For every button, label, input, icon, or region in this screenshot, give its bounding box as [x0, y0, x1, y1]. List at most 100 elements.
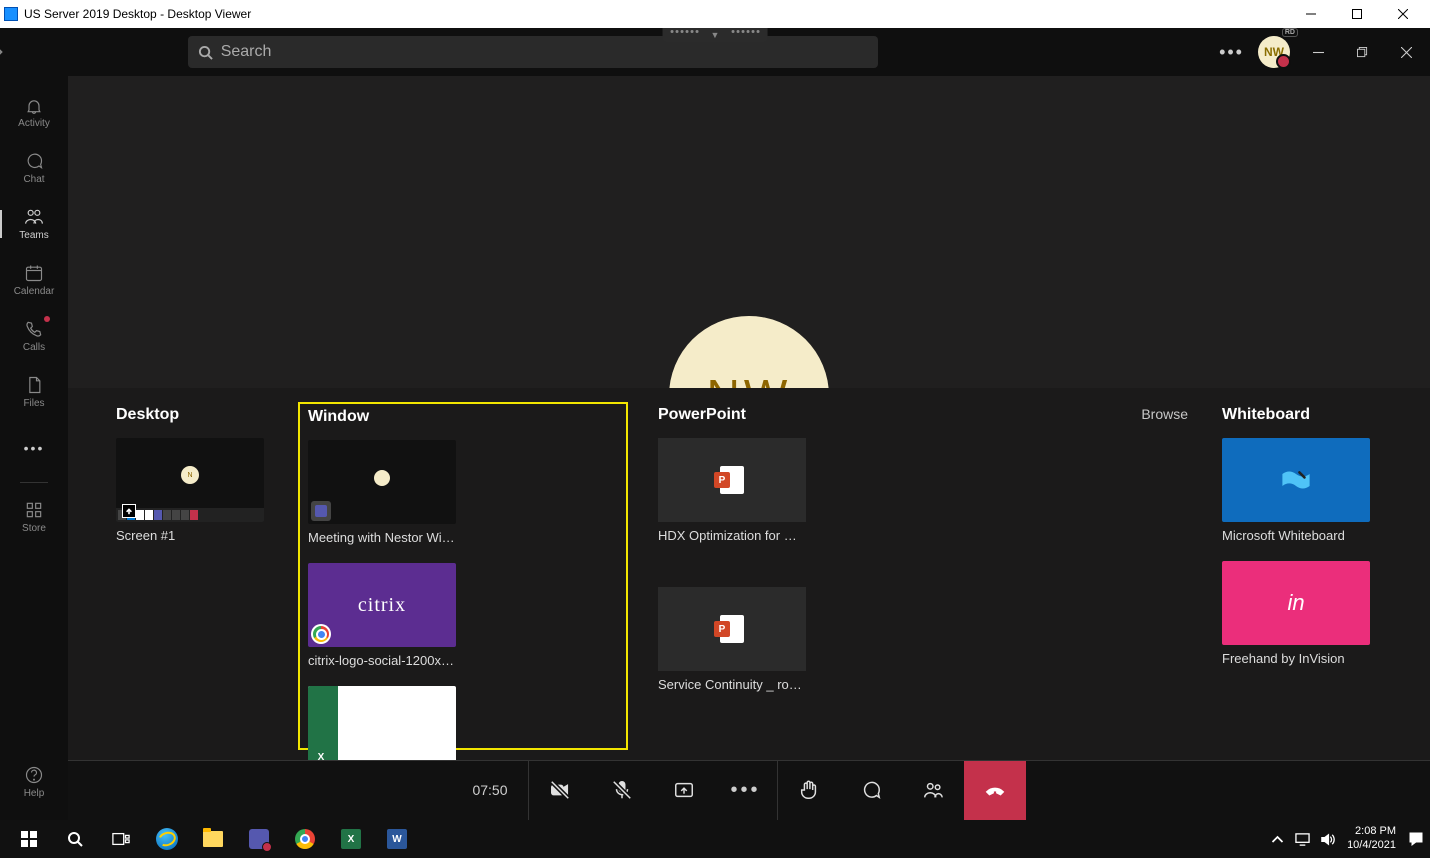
share-section-window: Window Meeting with Nestor Wilk... citri…: [298, 402, 628, 750]
teams-minimize-button[interactable]: [1304, 47, 1334, 58]
tray-display-icon[interactable]: [1295, 832, 1310, 847]
word-icon: W: [387, 829, 407, 849]
share-pp-service-continuity[interactable]: Service Continuity _ road...: [658, 587, 806, 692]
ie-icon: [156, 828, 178, 850]
search-placeholder: Search: [221, 43, 272, 61]
avatar-initials: NW: [1264, 45, 1284, 59]
help-icon: [24, 765, 44, 785]
share-whiteboard-invision[interactable]: in Freehand by InVision: [1222, 561, 1370, 666]
windows-logo-icon: [21, 831, 37, 847]
task-view-icon: [112, 832, 130, 846]
folder-icon: [203, 831, 223, 847]
ellipsis-icon: •••: [24, 440, 45, 456]
apps-icon: [24, 500, 44, 520]
share-whiteboard-title: Whiteboard: [1222, 406, 1310, 424]
profile-avatar[interactable]: RD NW: [1258, 36, 1290, 68]
powerpoint-file-icon: [720, 466, 744, 494]
teams-icon: [249, 829, 269, 849]
hand-icon: [798, 779, 820, 801]
file-icon: [24, 375, 44, 395]
taskbar-ie[interactable]: [144, 820, 190, 858]
rail-calls[interactable]: Calls: [0, 308, 68, 364]
share-screen-button[interactable]: [653, 760, 715, 820]
search-icon: [198, 45, 213, 60]
hangup-icon: [984, 779, 1006, 801]
powerpoint-file-icon: [720, 615, 744, 643]
taskbar-word[interactable]: W: [374, 820, 420, 858]
share-window-citrix-logo[interactable]: citrix citrix-logo-social-1200x6...: [308, 563, 456, 668]
action-center-icon[interactable]: [1408, 831, 1424, 847]
share-desktop-screen1-label: Screen #1: [116, 528, 264, 543]
rail-calendar-label: Calendar: [14, 286, 55, 297]
taskbar-chrome[interactable]: [282, 820, 328, 858]
share-section-powerpoint: PowerPoint Browse HDX Optimization for M…: [658, 406, 1188, 750]
chat-icon: [24, 151, 44, 171]
excel-app-icon: X: [311, 747, 331, 760]
rail-files[interactable]: Files: [0, 364, 68, 420]
share-window-title: Window: [308, 408, 369, 426]
citrix-minimize-button[interactable]: [1288, 0, 1334, 28]
mic-off-icon: [611, 779, 633, 801]
search-input[interactable]: Search: [188, 36, 878, 68]
rail-help-label: Help: [24, 788, 45, 799]
clock-time: 2:08 PM: [1347, 825, 1396, 839]
avatar-badge: RD: [1282, 28, 1298, 37]
rail-calendar[interactable]: Calendar: [0, 252, 68, 308]
rail-chat[interactable]: Chat: [0, 140, 68, 196]
rail-teams[interactable]: Teams: [0, 196, 68, 252]
share-section-whiteboard: Whiteboard Microsoft Whiteboard: [1222, 406, 1382, 750]
camera-off-icon: [549, 779, 571, 801]
system-clock[interactable]: 2:08 PM 10/4/2021: [1347, 825, 1396, 853]
share-section-desktop: Desktop N Screen #1: [116, 406, 276, 750]
whiteboard-icon: [1279, 467, 1313, 493]
rail-calls-label: Calls: [23, 342, 45, 353]
phone-icon: [24, 319, 44, 339]
more-actions-button[interactable]: •••: [715, 760, 777, 820]
teams-maximize-button[interactable]: [1348, 47, 1378, 58]
hang-up-button[interactable]: [964, 760, 1026, 820]
teams-close-button[interactable]: [1392, 47, 1422, 58]
start-button[interactable]: [6, 820, 52, 858]
share-tray: Desktop N Screen #1 Window: [68, 388, 1430, 760]
share-wb-1-label: Freehand by InVision: [1222, 651, 1370, 666]
participants-button[interactable]: [902, 760, 964, 820]
meeting-stage: NW Desktop N Screen #1: [68, 76, 1430, 760]
rail-more[interactable]: •••: [0, 420, 68, 476]
taskbar-excel[interactable]: X: [328, 820, 374, 858]
windows-taskbar: X W 2:08 PM 10/4/2021: [0, 820, 1430, 858]
raise-hand-button[interactable]: [778, 760, 840, 820]
share-powerpoint-title: PowerPoint: [658, 406, 746, 424]
taskbar-search-button[interactable]: [52, 820, 98, 858]
more-options-button[interactable]: •••: [1219, 42, 1244, 63]
citrix-maximize-button[interactable]: [1334, 0, 1380, 28]
rail-activity[interactable]: Activity: [0, 84, 68, 140]
bell-icon: [24, 95, 44, 115]
forward-button[interactable]: [0, 38, 12, 66]
browse-link[interactable]: Browse: [1141, 406, 1188, 422]
tray-chevron-up-icon[interactable]: [1270, 832, 1285, 847]
share-whiteboard-microsoft[interactable]: Microsoft Whiteboard: [1222, 438, 1370, 543]
citrix-app-icon: [4, 7, 18, 21]
taskbar-explorer[interactable]: [190, 820, 236, 858]
share-desktop-screen1[interactable]: N Screen #1: [116, 438, 264, 543]
clock-date: 10/4/2021: [1347, 839, 1396, 853]
chat-panel-button[interactable]: [840, 760, 902, 820]
citrix-toolbar-handle[interactable]: ▼: [663, 28, 768, 42]
tray-volume-icon[interactable]: [1320, 832, 1335, 847]
citrix-close-button[interactable]: [1380, 0, 1426, 28]
share-window-teams-meeting[interactable]: Meeting with Nestor Wilk...: [308, 440, 456, 545]
camera-toggle-button[interactable]: [529, 760, 591, 820]
teams-app-icon: [311, 501, 331, 521]
share-window-1-label: citrix-logo-social-1200x6...: [308, 653, 456, 668]
citrix-logo-text: citrix: [358, 594, 406, 617]
mic-toggle-button[interactable]: [591, 760, 653, 820]
rail-store[interactable]: Store: [0, 489, 68, 545]
share-window-excel[interactable]: X Book1 - Excel: [308, 686, 456, 760]
chrome-icon: [295, 829, 315, 849]
rail-help[interactable]: Help: [0, 754, 68, 810]
task-view-button[interactable]: [98, 820, 144, 858]
taskbar-teams[interactable]: [236, 820, 282, 858]
share-pp-hdx[interactable]: HDX Optimization for Mi...: [658, 438, 806, 543]
chat-bubble-icon: [860, 779, 882, 801]
citrix-title-bar: US Server 2019 Desktop - Desktop Viewer: [0, 0, 1430, 28]
